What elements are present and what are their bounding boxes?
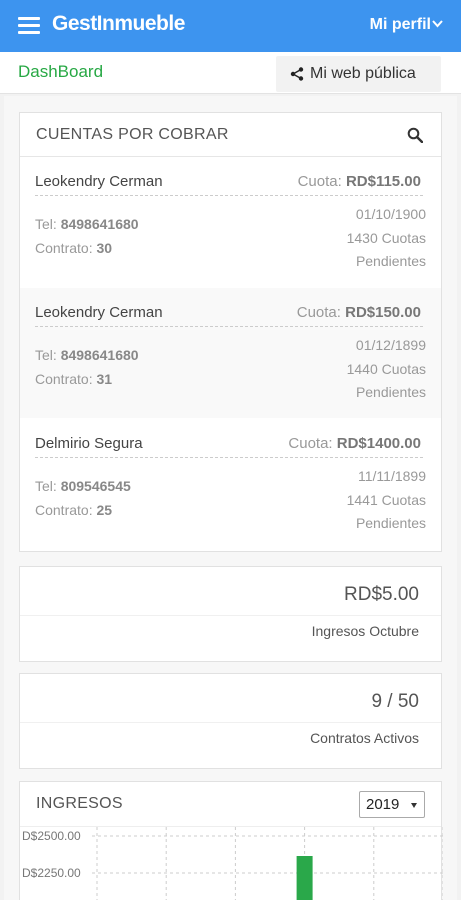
account-pending-label: Pendientes xyxy=(355,515,426,531)
contracts-stat-card: 9 / 50 Contratos Activos xyxy=(19,673,442,769)
accounts-receivable-card: CUENTAS POR COBRAR Leokendry Cerman Cuot… xyxy=(19,112,442,552)
y-tick-label: D$2250.00 xyxy=(22,866,81,880)
page-title: DashBoard xyxy=(18,62,104,81)
account-pending-label: Pendientes xyxy=(355,384,426,400)
bar xyxy=(296,856,313,900)
contracts-label: Contratos Activos xyxy=(310,730,419,746)
accounts-receivable-header: CUENTAS POR COBRAR xyxy=(20,113,441,157)
account-date: 11/11/1899 xyxy=(358,468,426,484)
account-contract: Contrato: 30 xyxy=(35,240,113,256)
account-name: Leokendry Cerman xyxy=(35,304,163,321)
y-tick-label: D$2500.00 xyxy=(22,829,81,843)
income-chart: D$2500.00 D$2250.00 xyxy=(22,827,443,900)
divider xyxy=(35,195,423,196)
account-phone: Tel: 8498641680 xyxy=(35,347,139,363)
account-fee: Cuota: RD$150.00 xyxy=(296,304,421,321)
divider xyxy=(35,326,423,327)
top-navbar: GestInmueble Mi perfil xyxy=(0,0,461,52)
income-label: Ingresos Octubre xyxy=(311,623,419,639)
dashboard-content: CUENTAS POR COBRAR Leokendry Cerman Cuot… xyxy=(4,96,457,900)
account-name: Delmirio Segura xyxy=(35,435,143,452)
account-phone: Tel: 8498641680 xyxy=(35,216,139,232)
income-value: RD$5.00 xyxy=(344,584,419,605)
share-icon xyxy=(290,67,304,81)
chart-title: INGRESOS xyxy=(36,795,123,812)
account-item[interactable]: Leokendry Cerman Cuota: RD$150.00 Tel: 8… xyxy=(20,288,441,418)
account-installments: 1441 Cuotas xyxy=(346,492,426,508)
account-item[interactable]: Delmirio Segura Cuota: RD$1400.00 Tel: 8… xyxy=(20,419,441,549)
account-date: 01/12/1899 xyxy=(355,337,426,353)
accounts-receivable-title: CUENTAS POR COBRAR xyxy=(36,126,229,143)
account-contract: Contrato: 25 xyxy=(35,502,113,518)
page-subheader: DashBoard Mi web pública xyxy=(0,52,461,94)
public-web-button-label: Mi web pública xyxy=(310,65,416,82)
account-phone: Tel: 809546545 xyxy=(35,478,131,494)
dropdown-arrow-icon xyxy=(411,803,417,808)
divider xyxy=(20,615,441,616)
profile-menu-button[interactable]: Mi perfil xyxy=(370,16,431,34)
menu-icon[interactable] xyxy=(18,17,40,35)
public-web-button[interactable]: Mi web pública xyxy=(276,56,441,92)
account-contract: Contrato: 31 xyxy=(35,371,113,387)
income-stat-card: RD$5.00 Ingresos Octubre xyxy=(19,566,442,662)
account-installments: 1440 Cuotas xyxy=(346,361,426,377)
account-installments: 1430 Cuotas xyxy=(346,230,426,246)
account-item[interactable]: Leokendry Cerman Cuota: RD$115.00 Tel: 8… xyxy=(20,157,441,287)
account-name: Leokendry Cerman xyxy=(35,173,163,190)
chevron-down-icon[interactable] xyxy=(432,18,443,29)
brand-logo[interactable]: GestInmueble xyxy=(52,12,185,36)
year-select[interactable]: 2019 xyxy=(359,791,425,818)
account-date: 01/10/1900 xyxy=(355,206,426,222)
account-fee: Cuota: RD$1400.00 xyxy=(288,435,421,452)
contracts-value: 9 / 50 xyxy=(371,691,419,712)
year-select-value: 2019 xyxy=(366,796,400,813)
search-icon[interactable] xyxy=(407,127,423,143)
divider xyxy=(35,457,423,458)
account-pending-label: Pendientes xyxy=(355,253,426,269)
account-fee: Cuota: RD$115.00 xyxy=(297,173,421,190)
income-chart-card: INGRESOS 2019 D$2500.00 D$2250.00 xyxy=(19,781,443,900)
divider xyxy=(20,722,441,723)
